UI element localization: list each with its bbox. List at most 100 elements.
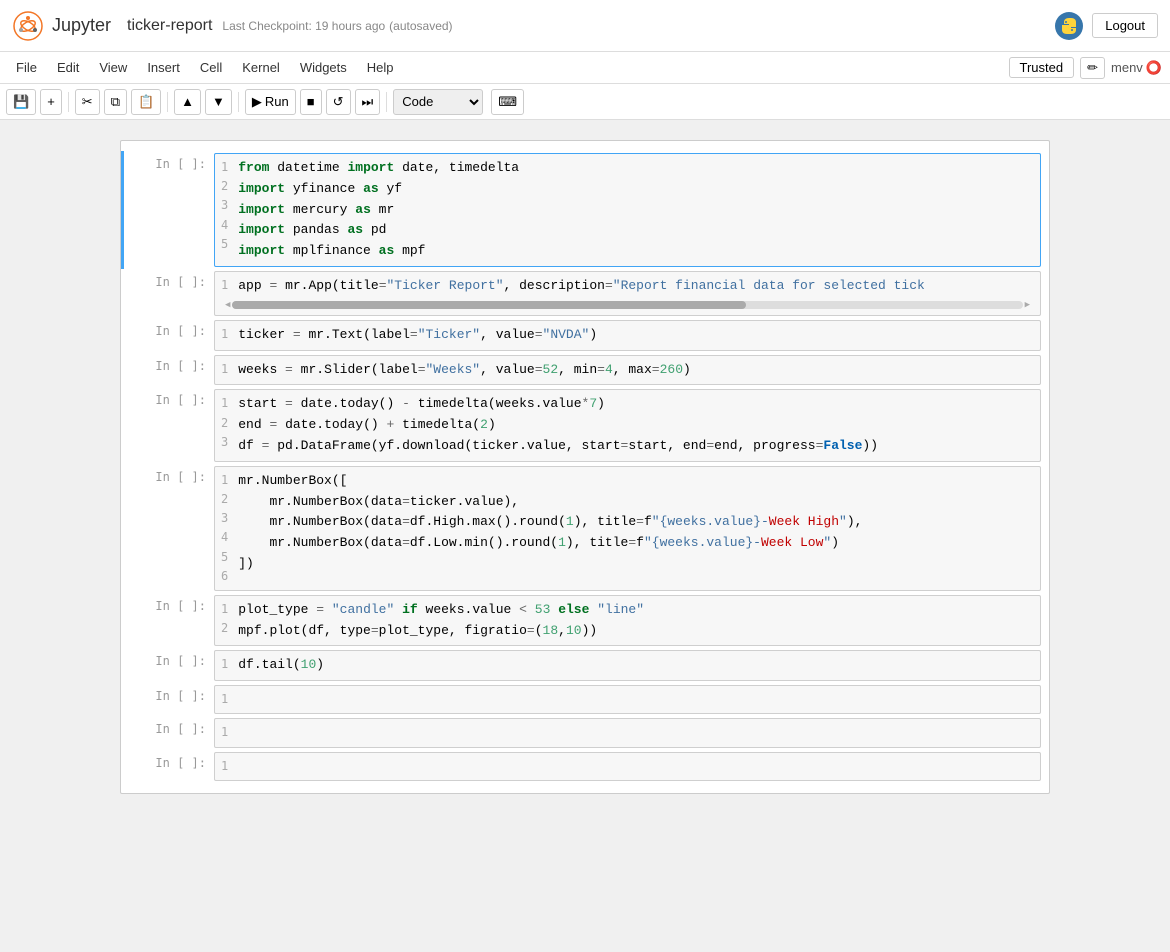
cell-6-line-numbers: 123456 bbox=[221, 471, 228, 586]
cell-2-content: app = mr.App(title="Ticker Report", desc… bbox=[238, 276, 925, 297]
kernel-spinner: ⭕ bbox=[1146, 60, 1162, 76]
cell-9: In [ ]: 1 bbox=[121, 683, 1049, 716]
scroll-track[interactable] bbox=[232, 301, 1022, 309]
cell-2-scrollbar[interactable]: ◀ ▶ bbox=[221, 299, 1034, 311]
cell-5-prompt: In [ ]: bbox=[124, 389, 214, 407]
paste-button[interactable]: 📋 bbox=[131, 89, 161, 115]
cell-7-prompt: In [ ]: bbox=[124, 595, 214, 613]
logout-button[interactable]: Logout bbox=[1092, 13, 1158, 38]
cell-1-code: 12345 from datetime import date, timedel… bbox=[221, 158, 1034, 262]
cell-5-line-numbers: 123 bbox=[221, 394, 228, 456]
python-logo bbox=[1054, 11, 1084, 41]
cell-2-prompt: In [ ]: bbox=[124, 271, 214, 289]
separator-1 bbox=[68, 92, 69, 112]
cell-type-select[interactable]: Code Markdown Raw NBConvert Heading bbox=[393, 89, 483, 115]
cell-1-input[interactable]: 12345 from datetime import date, timedel… bbox=[214, 153, 1041, 267]
notebook-container: In [ ]: 12345 from datetime import date,… bbox=[120, 140, 1050, 794]
cell-2: In [ ]: 1 app = mr.App(title="Ticker Rep… bbox=[121, 269, 1049, 318]
add-cell-button[interactable]: + bbox=[40, 89, 62, 115]
cell-11-line-numbers: 1 bbox=[221, 757, 228, 776]
cut-button[interactable]: ✂ bbox=[75, 89, 100, 115]
run-button[interactable]: ▶ Run bbox=[245, 89, 296, 115]
jupyter-logo bbox=[12, 10, 44, 42]
menu-kernel[interactable]: Kernel bbox=[234, 56, 288, 79]
scroll-left-arrow[interactable]: ◀ bbox=[223, 300, 232, 310]
menu-insert[interactable]: Insert bbox=[139, 56, 188, 79]
cell-9-prompt: In [ ]: bbox=[124, 685, 214, 703]
scroll-right-arrow[interactable]: ▶ bbox=[1023, 300, 1032, 310]
cell-4-prompt: In [ ]: bbox=[124, 355, 214, 373]
cell-5-code: 123 start = date.today() - timedelta(wee… bbox=[221, 394, 1034, 456]
cell-9-line-numbers: 1 bbox=[221, 690, 228, 709]
cell-4-code: 1 weeks = mr.Slider(label="Weeks", value… bbox=[221, 360, 1034, 381]
restart-button[interactable]: ↺ bbox=[326, 89, 351, 115]
menu-help[interactable]: Help bbox=[359, 56, 402, 79]
cell-1-line-numbers: 12345 bbox=[221, 158, 228, 262]
kernel-name-area: menv ⭕ bbox=[1111, 60, 1162, 76]
kernel-name: menv bbox=[1111, 60, 1143, 75]
cell-11-input[interactable]: 1 bbox=[214, 752, 1041, 781]
menubar: File Edit View Insert Cell Kernel Widget… bbox=[0, 52, 1170, 84]
menu-widgets[interactable]: Widgets bbox=[292, 56, 355, 79]
cell-8: In [ ]: 1 df.tail(10) bbox=[121, 648, 1049, 683]
cell-8-line-numbers: 1 bbox=[221, 655, 228, 676]
cell-6-content: mr.NumberBox([ mr.NumberBox(data=ticker.… bbox=[238, 471, 862, 586]
cell-5-input[interactable]: 123 start = date.today() - timedelta(wee… bbox=[214, 389, 1041, 461]
cell-3-code: 1 ticker = mr.Text(label="Ticker", value… bbox=[221, 325, 1034, 346]
notebook-title: ticker-report bbox=[127, 17, 212, 35]
cell-9-input[interactable]: 1 bbox=[214, 685, 1041, 714]
cell-11-code: 1 bbox=[221, 757, 1034, 776]
cell-7-line-numbers: 12 bbox=[221, 600, 228, 642]
logo-area: Jupyter bbox=[12, 10, 111, 42]
trusted-area: Trusted ✏ menv ⭕ bbox=[1009, 57, 1162, 79]
cell-2-code: 1 app = mr.App(title="Ticker Report", de… bbox=[221, 276, 1034, 297]
cell-11-prompt: In [ ]: bbox=[124, 752, 214, 770]
run-label: Run bbox=[265, 94, 289, 109]
run-icon: ▶ bbox=[252, 94, 262, 110]
menu-view[interactable]: View bbox=[91, 56, 135, 79]
move-down-button[interactable]: ▼ bbox=[205, 89, 232, 115]
copy-button[interactable]: ⧉ bbox=[104, 89, 127, 115]
cell-3-line-numbers: 1 bbox=[221, 325, 228, 346]
menu-cell[interactable]: Cell bbox=[192, 56, 230, 79]
menu-file[interactable]: File bbox=[8, 56, 45, 79]
cell-1: In [ ]: 12345 from datetime import date,… bbox=[121, 151, 1049, 269]
cell-8-input[interactable]: 1 df.tail(10) bbox=[214, 650, 1041, 681]
scroll-thumb bbox=[232, 301, 746, 309]
topbar: Jupyter ticker-report Last Checkpoint: 1… bbox=[0, 0, 1170, 52]
edit-metadata-button[interactable]: ✏ bbox=[1080, 57, 1105, 79]
cell-7-input[interactable]: 12 plot_type = "candle" if weeks.value <… bbox=[214, 595, 1041, 647]
interrupt-button[interactable]: ■ bbox=[300, 89, 322, 115]
cell-11: In [ ]: 1 bbox=[121, 750, 1049, 783]
cell-10-line-numbers: 1 bbox=[221, 723, 228, 742]
cell-2-line-numbers: 1 bbox=[221, 276, 228, 297]
trusted-button[interactable]: Trusted bbox=[1009, 57, 1075, 78]
cell-7-code: 12 plot_type = "candle" if weeks.value <… bbox=[221, 600, 1034, 642]
autosaved-text: (autosaved) bbox=[389, 19, 452, 33]
checkpoint-info: Last Checkpoint: 19 hours ago bbox=[222, 19, 385, 33]
move-up-button[interactable]: ▲ bbox=[174, 89, 201, 115]
separator-4 bbox=[386, 92, 387, 112]
separator-3 bbox=[238, 92, 239, 112]
cell-1-prompt: In [ ]: bbox=[124, 153, 214, 171]
cell-10-code: 1 bbox=[221, 723, 1034, 742]
restart-run-button[interactable]: ⏭ bbox=[355, 89, 381, 115]
cell-10: In [ ]: 1 bbox=[121, 716, 1049, 749]
cell-1-content: from datetime import date, timedelta imp… bbox=[238, 158, 519, 262]
top-right: Logout bbox=[1054, 11, 1158, 41]
cell-6-input[interactable]: 123456 mr.NumberBox([ mr.NumberBox(data=… bbox=[214, 466, 1041, 591]
cell-6-prompt: In [ ]: bbox=[124, 466, 214, 484]
cell-10-input[interactable]: 1 bbox=[214, 718, 1041, 747]
save-button[interactable]: 💾 bbox=[6, 89, 36, 115]
menu-edit[interactable]: Edit bbox=[49, 56, 87, 79]
cell-8-code: 1 df.tail(10) bbox=[221, 655, 1034, 676]
cell-4-input[interactable]: 1 weeks = mr.Slider(label="Weeks", value… bbox=[214, 355, 1041, 386]
jupyter-label: Jupyter bbox=[52, 15, 111, 36]
cell-4: In [ ]: 1 weeks = mr.Slider(label="Weeks… bbox=[121, 353, 1049, 388]
keyboard-shortcuts-button[interactable]: ⌨ bbox=[491, 89, 524, 115]
cell-3-input[interactable]: 1 ticker = mr.Text(label="Ticker", value… bbox=[214, 320, 1041, 351]
cell-6-code: 123456 mr.NumberBox([ mr.NumberBox(data=… bbox=[221, 471, 1034, 586]
cell-2-input[interactable]: 1 app = mr.App(title="Ticker Report", de… bbox=[214, 271, 1041, 316]
cell-10-prompt: In [ ]: bbox=[124, 718, 214, 736]
separator-2 bbox=[167, 92, 168, 112]
